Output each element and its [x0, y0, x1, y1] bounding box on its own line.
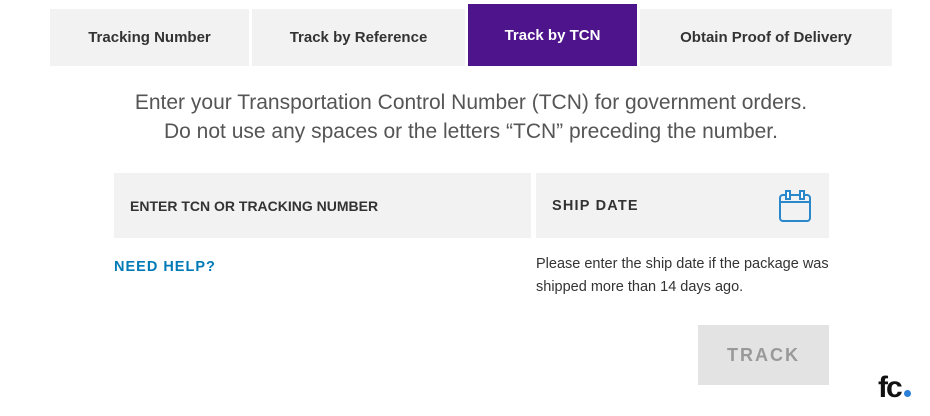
tcn-input-label: ENTER TCN OR TRACKING NUMBER [130, 197, 379, 214]
tab-tracking-number[interactable]: Tracking Number [50, 9, 249, 66]
ship-date-label: SHIP DATE [552, 197, 639, 214]
instructions-line-1: Enter your Transportation Control Number… [134, 91, 808, 114]
ship-date-hint: Please enter the ship date if the packag… [536, 256, 829, 295]
instructions: Enter your Transportation Control Number… [0, 88, 930, 146]
tab-proof-of-delivery[interactable]: Obtain Proof of Delivery [640, 9, 892, 66]
tcn-input[interactable]: ENTER TCN OR TRACKING NUMBER [114, 173, 531, 238]
logo-text: fc [878, 371, 903, 404]
tab-track-by-tcn[interactable]: Track by TCN [468, 4, 637, 66]
track-button[interactable]: TRACK [698, 325, 829, 385]
ship-date-input[interactable]: SHIP DATE [536, 173, 829, 238]
logo-dot [903, 390, 911, 397]
instructions-line-2: Do not use any spaces or the letters “TC… [164, 120, 778, 143]
tab-track-by-reference[interactable]: Track by Reference [252, 9, 465, 66]
calendar-icon[interactable] [778, 189, 812, 223]
fc-logo: fc [878, 368, 911, 408]
tracking-tabs: Tracking Number Track by Reference Track… [50, 4, 892, 66]
need-help-link[interactable]: NEED HELP? [114, 259, 216, 275]
